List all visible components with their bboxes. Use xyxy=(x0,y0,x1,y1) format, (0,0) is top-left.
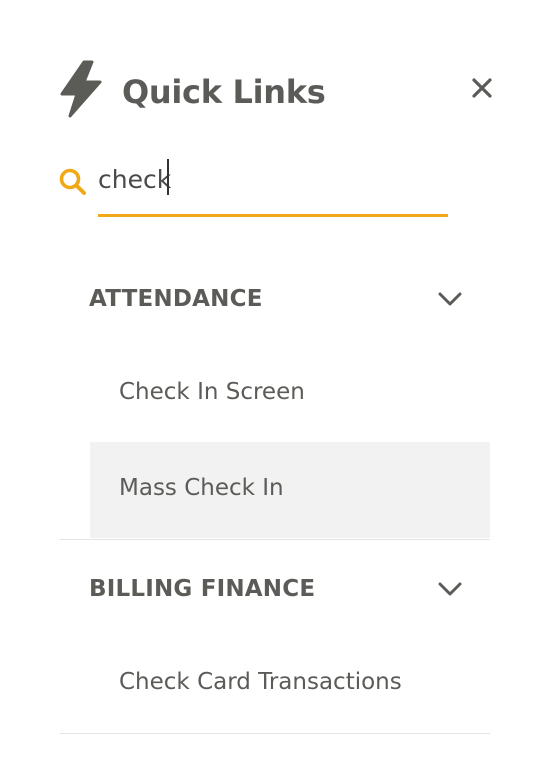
page-title: Quick Links xyxy=(122,73,326,111)
list-item-check-card-transactions[interactable]: Check Card Transactions xyxy=(90,636,490,732)
chevron-down-icon xyxy=(438,292,462,306)
section-title: BILLING FINANCE xyxy=(89,576,316,602)
section-billing-finance: BILLING FINANCE Check Card Transactions xyxy=(60,562,490,734)
list-item-label: Check Card Transactions xyxy=(119,669,402,695)
quick-links-header: Quick Links xyxy=(58,60,498,120)
search-icon xyxy=(59,168,86,195)
close-icon[interactable] xyxy=(468,74,496,102)
section-title: ATTENDANCE xyxy=(89,286,263,312)
section-header-attendance[interactable]: ATTENDANCE xyxy=(60,272,490,328)
section-attendance: ATTENDANCE Check In Screen Mass Check In xyxy=(60,272,490,540)
list-item-label: Check In Screen xyxy=(119,379,305,405)
search-underline xyxy=(98,214,448,217)
lightning-bolt-icon xyxy=(60,60,102,118)
section-divider xyxy=(60,733,490,734)
section-header-billing-finance[interactable]: BILLING FINANCE xyxy=(60,562,490,618)
list-item-mass-check-in[interactable]: Mass Check In xyxy=(90,442,490,538)
search-input[interactable] xyxy=(98,157,448,201)
list-item-label: Mass Check In xyxy=(119,475,284,501)
search-box xyxy=(58,155,450,221)
list-item-check-in-screen[interactable]: Check In Screen xyxy=(90,346,490,442)
section-divider xyxy=(60,539,490,540)
chevron-down-icon xyxy=(438,582,462,596)
text-caret xyxy=(167,159,169,195)
